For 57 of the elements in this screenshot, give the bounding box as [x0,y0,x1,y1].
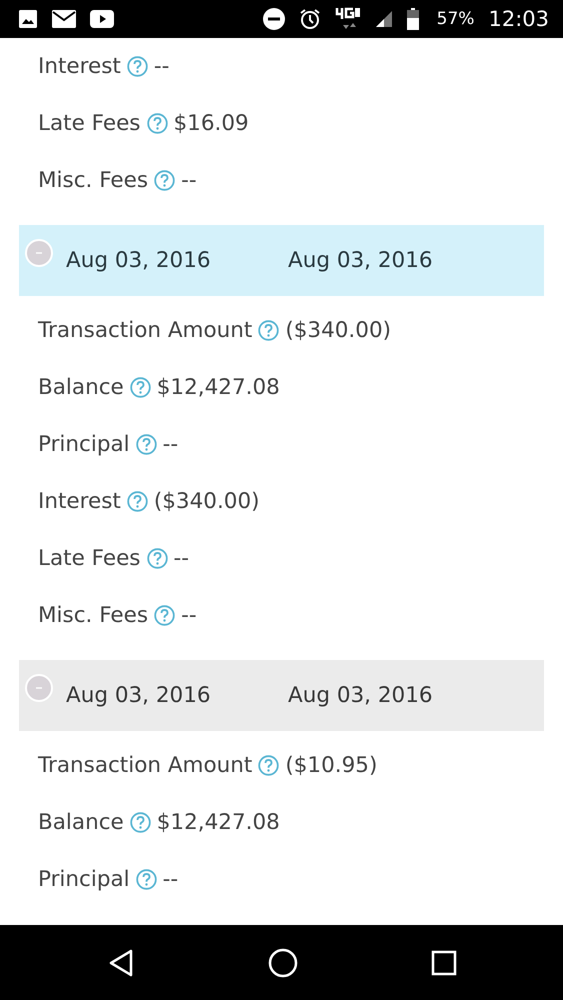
help-icon[interactable] [126,491,148,512]
home-icon[interactable] [268,948,298,978]
field-label: Interest [38,489,121,514]
field-label: Principal [38,867,130,892]
transaction-date: Aug 03, 2016 [66,248,212,273]
help-icon[interactable] [258,755,280,776]
posted-date: Aug 03, 2016 [288,683,433,708]
field-value: -- [162,432,178,457]
alarm-icon [298,8,321,30]
field-label: Late Fees [38,546,140,571]
help-icon[interactable] [136,869,157,890]
help-icon[interactable] [130,812,151,833]
transaction-date: Aug 03, 2016 [66,683,212,708]
help-icon[interactable] [126,56,148,77]
field-value: $16.09 [174,111,249,136]
field-label: Transaction Amount [38,318,252,343]
help-icon[interactable] [130,377,151,398]
field-label: Misc. Fees [38,603,148,628]
field-label: Misc. Fees [38,168,148,193]
do-not-disturb-icon [262,8,285,30]
help-icon[interactable] [136,434,157,455]
field-label: Transaction Amount [38,753,252,778]
field-label: Late Fees [38,111,140,136]
collapse-icon[interactable] [24,238,54,268]
field-value: -- [154,54,170,79]
help-icon[interactable] [154,170,176,191]
field-label: Balance [38,375,124,400]
clock-time: 12:03 [488,7,549,31]
back-icon[interactable] [106,948,134,978]
transaction-header[interactable]: Aug 03, 2016 Aug 03, 2016 [19,660,544,731]
field-value: ($340.00) [154,489,260,514]
field-label: Interest [38,54,121,79]
battery-percentage: 57% [436,9,474,29]
recents-icon[interactable] [430,950,456,976]
field-value: -- [174,546,190,571]
mail-icon [52,10,76,28]
help-icon[interactable] [146,113,168,134]
help-icon[interactable] [146,548,168,569]
network-icon [334,7,361,31]
field-value: $12,427.08 [156,375,280,400]
field-label: Principal [38,432,130,457]
field-value: ($340.00) [285,318,392,343]
help-icon[interactable] [258,320,280,341]
field-label: Balance [38,810,124,835]
signal-icon [374,10,393,28]
collapse-icon[interactable] [24,673,54,703]
image-icon [18,9,38,29]
field-value: ($10.95) [285,753,378,778]
field-value: -- [181,168,197,193]
battery-icon [406,8,419,30]
posted-date: Aug 03, 2016 [288,248,433,273]
field-value: $12,427.08 [156,810,280,835]
field-value: -- [162,867,178,892]
field-value: -- [181,603,197,628]
transaction-header[interactable]: Aug 03, 2016 Aug 03, 2016 [19,225,544,296]
help-icon[interactable] [154,605,176,626]
play-icon [90,10,114,28]
